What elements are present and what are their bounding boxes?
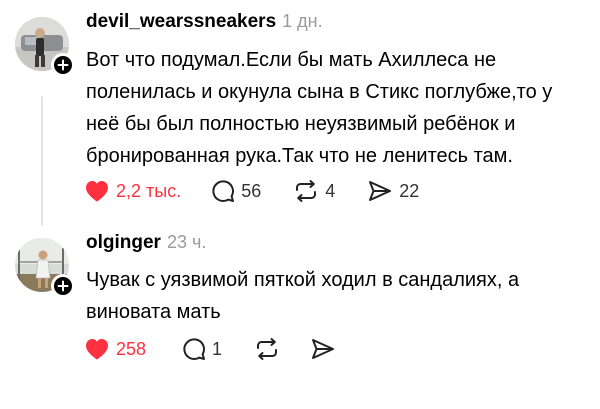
comment-count: 56 [241, 180, 262, 201]
username[interactable]: olginger [86, 232, 161, 254]
comment-button[interactable]: 56 [211, 179, 261, 203]
repost-count: 4 [325, 180, 336, 201]
like-count: 258 [116, 338, 147, 359]
plus-icon [57, 280, 69, 292]
follow-plus-button[interactable] [51, 274, 75, 298]
post-header: olginger 23 ч. [86, 232, 206, 254]
like-button[interactable]: 2,2 тыс. [84, 179, 181, 203]
repost-arrows-icon [257, 338, 278, 360]
speech-bubble-icon [183, 338, 206, 360]
action-bar: 258 1 [84, 335, 336, 363]
post-text: Вот что подумал.Если бы мать Ахиллеса не… [86, 49, 553, 167]
paper-plane-icon [312, 339, 335, 359]
post-text: Чувак с уязвимой пяткой ходил в сандалия… [86, 269, 520, 323]
share-button[interactable]: 22 [367, 179, 419, 203]
avatar-container[interactable] [15, 17, 75, 77]
heart-filled-icon [86, 181, 108, 202]
post-header: devil_wearssneakers 1 дн. [86, 11, 323, 33]
like-button[interactable]: 258 [84, 337, 146, 361]
like-count: 2,2 тыс. [116, 180, 182, 201]
thread-line [41, 96, 43, 226]
follow-plus-button[interactable] [51, 53, 75, 77]
share-count: 22 [399, 180, 420, 201]
repost-button[interactable] [254, 337, 280, 361]
repost-arrows-icon [296, 180, 317, 202]
paper-plane-icon [369, 181, 392, 201]
comment-button[interactable]: 1 [182, 337, 222, 361]
plus-icon [57, 59, 69, 71]
action-bar: 2,2 тыс. 56 4 22 [84, 177, 419, 205]
speech-bubble-icon [212, 180, 235, 202]
share-button[interactable] [310, 337, 336, 361]
timestamp[interactable]: 1 дн. [282, 11, 322, 32]
repost-button[interactable]: 4 [293, 179, 335, 203]
comment-count: 1 [212, 338, 223, 359]
timestamp[interactable]: 23 ч. [167, 232, 206, 253]
heart-filled-icon [86, 339, 108, 360]
avatar-container[interactable] [15, 238, 75, 298]
username[interactable]: devil_wearssneakers [86, 11, 276, 33]
